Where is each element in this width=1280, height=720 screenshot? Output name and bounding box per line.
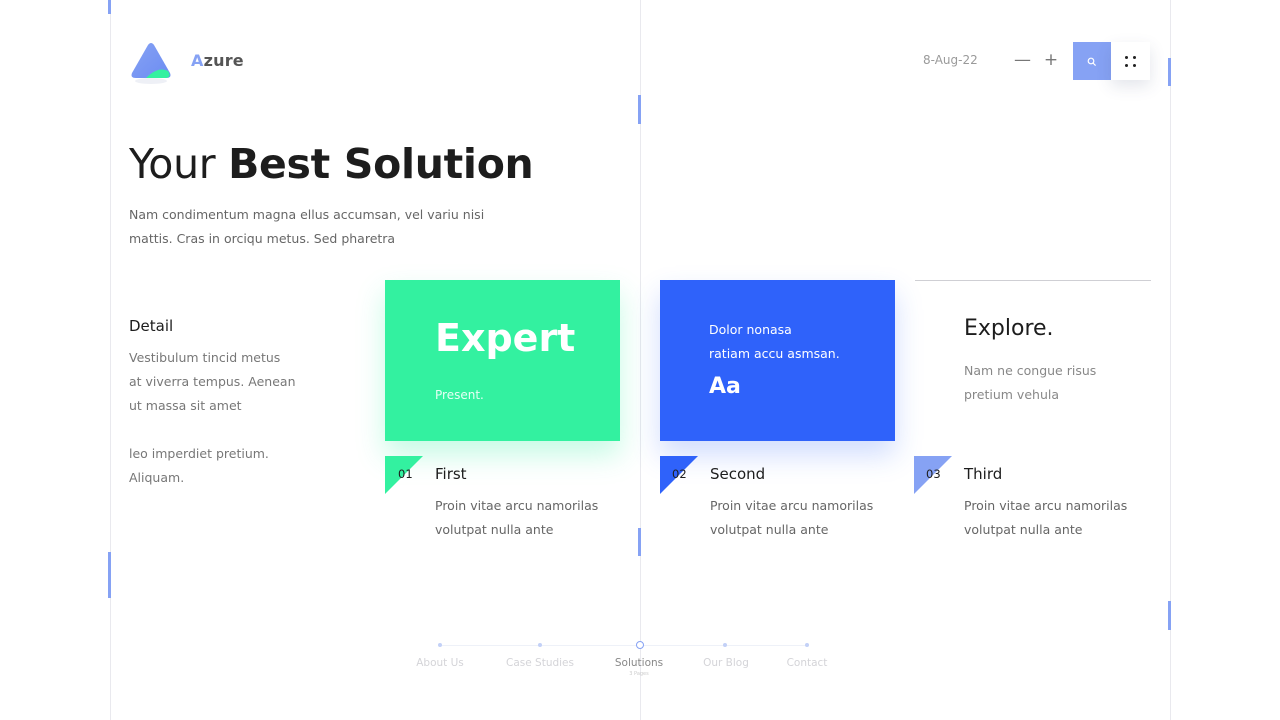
nav-our-blog[interactable]: Our Blog xyxy=(703,657,749,669)
step-text: Proin vitae arcu namorilas volutpat nulla… xyxy=(710,498,874,537)
step-text: Proin vitae arcu namorilas volutpat nulla… xyxy=(435,498,599,537)
nav-case-studies[interactable]: Case Studies xyxy=(506,657,574,669)
detail-text: Vestibulum tincid metus at viverra tempu… xyxy=(129,350,296,485)
step-text: Proin vitae arcu namorilas volutpat nulla… xyxy=(964,498,1128,537)
accent-bar xyxy=(1168,58,1171,86)
step-number: 02 xyxy=(672,467,687,481)
zoom-in-button[interactable]: + xyxy=(1043,49,1059,71)
detail-title: Detail xyxy=(129,317,174,335)
step-title: Second xyxy=(710,465,766,483)
nav-dot[interactable] xyxy=(438,643,442,647)
typography-card-text: Dolor nonasa ratiam accu asmsan. xyxy=(709,322,840,361)
accent-bar xyxy=(638,95,641,124)
menu-button[interactable] xyxy=(1111,42,1150,80)
accent-bar xyxy=(638,528,641,556)
step-number: 03 xyxy=(926,467,941,481)
nav-solutions[interactable]: Solutions xyxy=(615,657,663,669)
nav-dot[interactable] xyxy=(723,643,727,647)
nav-track xyxy=(440,645,808,646)
accent-bar xyxy=(108,552,111,598)
expert-card-title: Expert xyxy=(435,316,576,360)
nav-dot[interactable] xyxy=(805,643,809,647)
step-number: 01 xyxy=(398,467,413,481)
step-title: First xyxy=(435,465,467,483)
nav-contact[interactable]: Contact xyxy=(787,657,828,669)
nav-solutions-subtitle: 3 Pages xyxy=(629,671,649,677)
explore-text: Nam ne congue risus pretium vehula xyxy=(964,363,1097,402)
explore-title: Explore. xyxy=(964,316,1054,341)
divider xyxy=(915,280,1151,281)
zoom-out-button[interactable]: — xyxy=(1014,49,1031,71)
typography-card[interactable]: Dolor nonasa ratiam accu asmsan. Aa xyxy=(660,280,895,441)
grid-dots-icon xyxy=(1125,55,1136,67)
accent-bar xyxy=(108,0,111,14)
logo-icon[interactable] xyxy=(128,40,174,86)
typography-card-sample: Aa xyxy=(709,374,741,399)
expert-card-subtitle: Present. xyxy=(435,388,484,402)
nav-dot-active[interactable] xyxy=(636,641,644,649)
search-icon xyxy=(1087,52,1097,71)
nav-dot[interactable] xyxy=(538,643,542,647)
nav-about-us[interactable]: About Us xyxy=(416,657,464,669)
left-guide-line xyxy=(110,0,111,720)
step-title: Third xyxy=(964,465,1003,483)
date-label: 8-Aug-22 xyxy=(923,53,978,67)
accent-bar xyxy=(1168,601,1171,630)
brand-name[interactable]: Azure xyxy=(191,51,244,70)
page-title: Your Best Solution xyxy=(129,140,534,188)
search-button[interactable] xyxy=(1073,42,1111,80)
expert-card[interactable]: Expert Present. xyxy=(385,280,620,441)
hero-description: Nam condimentum magna ellus accumsan, ve… xyxy=(129,207,485,246)
